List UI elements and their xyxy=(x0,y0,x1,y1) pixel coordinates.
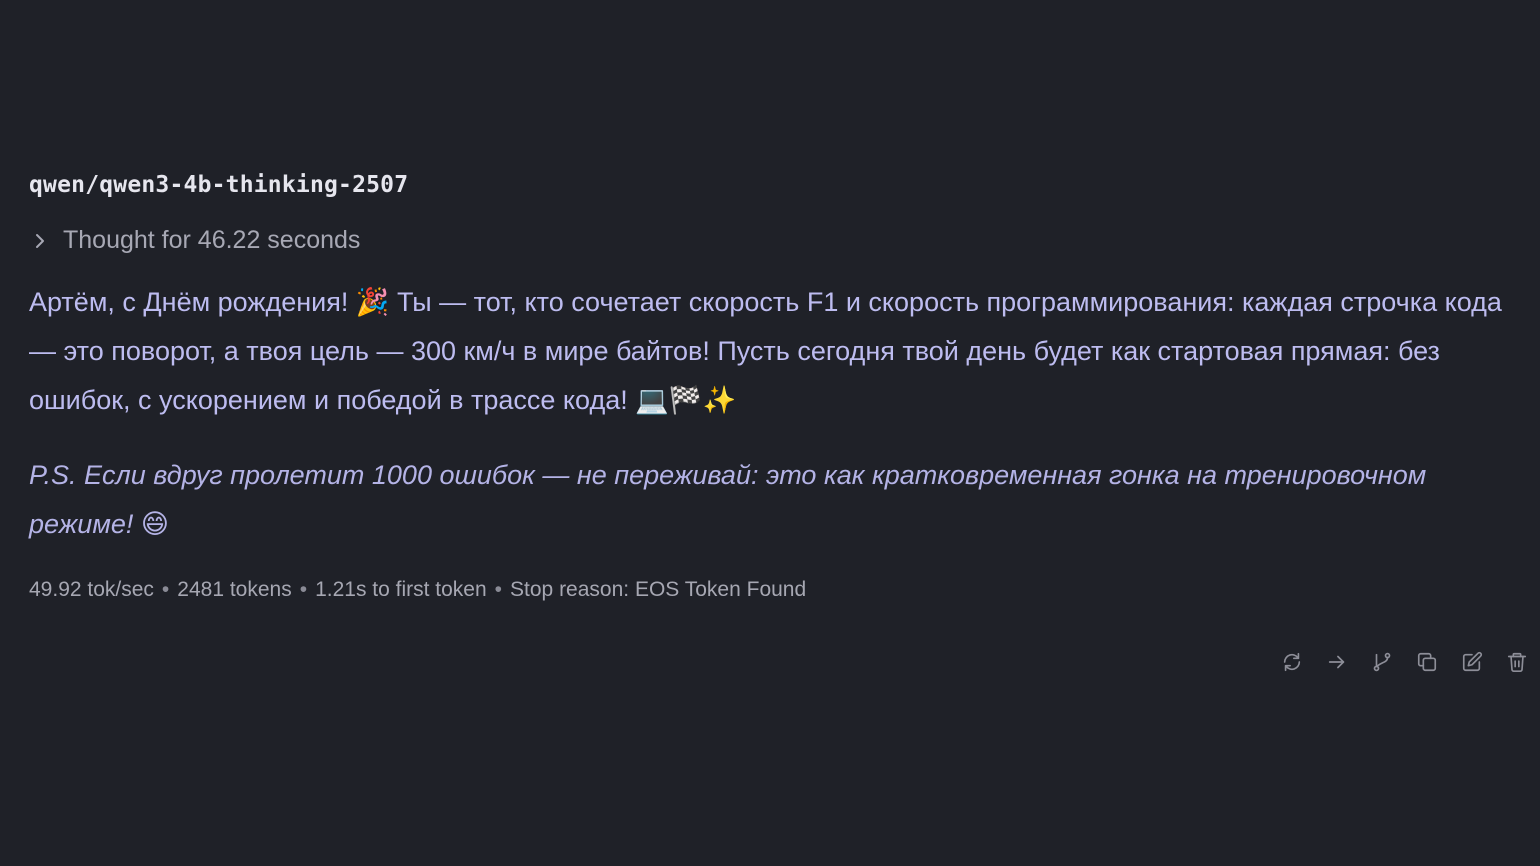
thought-toggle[interactable]: Thought for 46.22 seconds xyxy=(29,226,360,255)
stat-speed: 49.92 tok/sec xyxy=(29,578,154,601)
delete-button[interactable] xyxy=(1505,650,1529,674)
stat-stop-reason: Stop reason: EOS Token Found xyxy=(510,578,807,601)
copy-button[interactable] xyxy=(1415,650,1439,674)
edit-icon xyxy=(1462,651,1483,672)
message-actions xyxy=(1280,650,1529,674)
generation-stats: 49.92 tok/sec • 2481 tokens • 1.21s to first… xyxy=(29,578,806,602)
refresh-icon xyxy=(1283,652,1301,672)
stat-tokens: 2481 tokens xyxy=(177,578,292,601)
copy-icon xyxy=(1417,652,1437,672)
chevron-right-icon xyxy=(36,233,44,248)
stat-separator: • xyxy=(161,578,170,601)
stat-separator: • xyxy=(299,578,308,601)
continue-button[interactable] xyxy=(1325,650,1349,674)
trash-icon xyxy=(1507,652,1527,672)
stat-separator: • xyxy=(494,578,503,601)
party-popper-emoji: 🎉 xyxy=(355,287,390,318)
thought-label: Thought for 46.22 seconds xyxy=(63,226,361,254)
arrow-right-icon xyxy=(1328,655,1345,669)
laptop-flag-sparkles-emoji: 💻🏁✨ xyxy=(635,385,737,416)
edit-button[interactable] xyxy=(1460,650,1484,674)
model-name: qwen/qwen3-4b-thinking-2507 xyxy=(29,172,409,198)
ps-text: P.S. Если вдруг пролетит 1000 ошибок — н… xyxy=(29,460,1427,539)
message-ps: P.S. Если вдруг пролетит 1000 ошибок — н… xyxy=(29,451,1509,549)
grinning-emoji: 😄 xyxy=(140,509,170,540)
branch-icon xyxy=(1373,652,1391,672)
regenerate-button[interactable] xyxy=(1280,650,1304,674)
branch-button[interactable] xyxy=(1370,650,1394,674)
message-body: Артём, с Днём рождения! 🎉 Ты — тот, кто … xyxy=(29,278,1509,425)
stat-first-token: 1.21s to first token xyxy=(315,578,487,601)
message-body-text-1: Артём, с Днём рождения! xyxy=(29,287,356,317)
